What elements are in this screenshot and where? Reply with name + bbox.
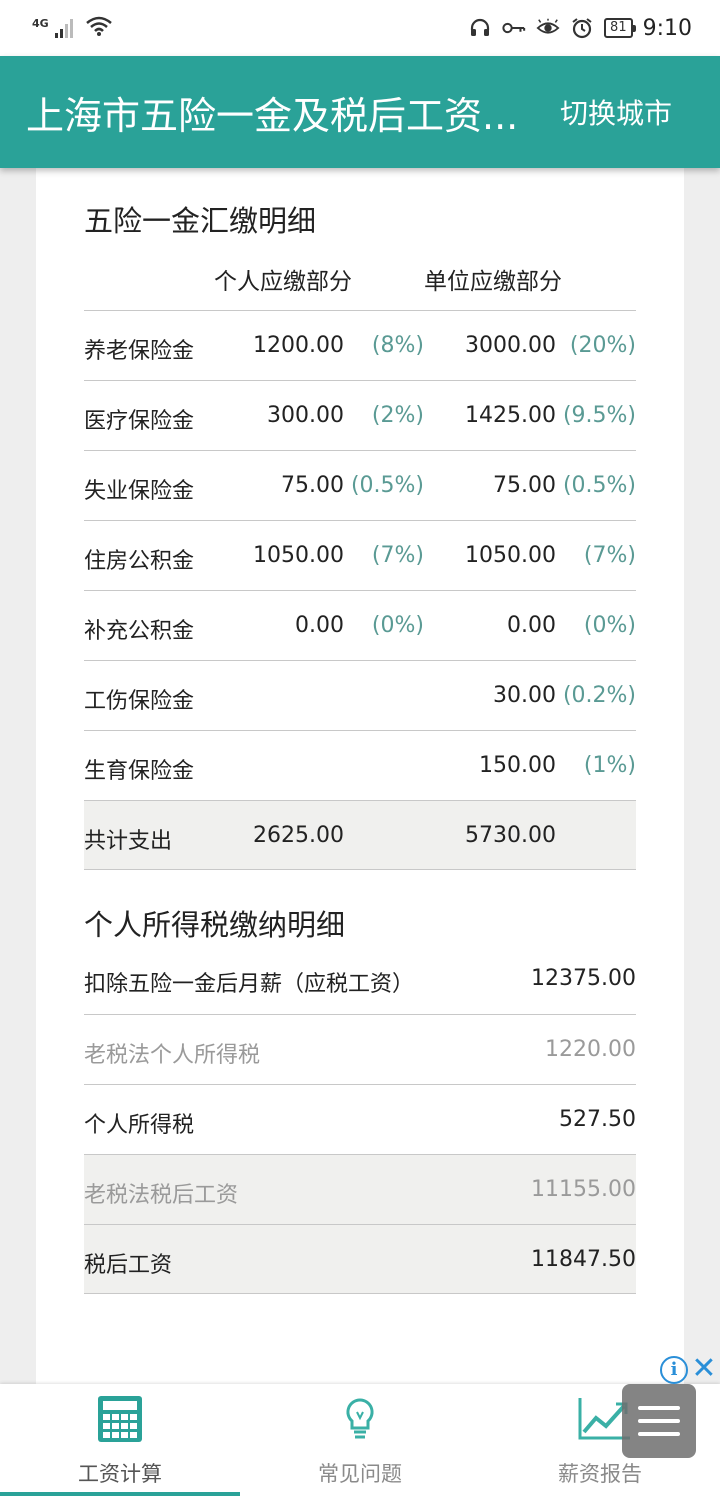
- tax-label: 税后工资: [84, 1253, 173, 1278]
- tax-row: 老税法税后工资 11155.00: [84, 1154, 636, 1224]
- wifi-icon: [85, 15, 113, 41]
- insurance-row: 工伤保险金 30.00 (0.2%): [84, 660, 636, 730]
- item-name: 医疗保险金: [84, 409, 195, 434]
- personal-amount: 0.00: [295, 613, 344, 638]
- insurance-total-row: 共计支出 2625.00 5730.00: [84, 800, 636, 870]
- insurance-row: 住房公积金 1050.00 (7%) 1050.00 (7%): [84, 520, 636, 590]
- nav-label: 薪资报告: [558, 1462, 642, 1486]
- clock: 9:10: [642, 15, 692, 41]
- signal-icon: [54, 18, 73, 38]
- chart-icon: [576, 1394, 630, 1444]
- nav-salary-calc[interactable]: 工资计算: [0, 1384, 240, 1496]
- nav-label: 常见问题: [318, 1462, 402, 1486]
- switch-city-button[interactable]: 切换城市: [560, 92, 672, 132]
- personal-rate: (0%): [371, 613, 424, 638]
- key-icon: [502, 16, 526, 40]
- company-amount: 75.00: [493, 473, 556, 498]
- nav-label: 工资计算: [78, 1462, 162, 1486]
- company-amount: 150.00: [479, 753, 556, 778]
- tax-value: 11155.00: [531, 1177, 636, 1202]
- company-rate: (7%): [583, 543, 636, 568]
- tax-label: 老税法税后工资: [84, 1183, 239, 1208]
- tax-section-title: 个人所得税缴纳明细: [84, 908, 346, 942]
- company-rate: (1%): [583, 753, 636, 778]
- company-rate: (9.5%): [562, 403, 636, 428]
- status-left: 4G: [32, 15, 113, 41]
- item-name: 生育保险金: [84, 759, 195, 784]
- tax-label: 扣除五险一金后月薪（应税工资）: [84, 972, 415, 997]
- insurance-row: 医疗保险金 300.00 (2%) 1425.00 (9.5%): [84, 380, 636, 450]
- insurance-row: 生育保险金 150.00 (1%): [84, 730, 636, 800]
- personal-rate: (2%): [371, 403, 424, 428]
- item-name: 补充公积金: [84, 619, 195, 644]
- insurance-section-title: 五险一金汇缴明细: [84, 204, 317, 238]
- personal-amount: 75.00: [281, 473, 344, 498]
- tax-value: 527.50: [559, 1107, 636, 1132]
- bottom-navigation: 工资计算 常见问题 薪资报告: [0, 1384, 720, 1496]
- eye-icon: [536, 16, 560, 40]
- company-rate: (0.2%): [562, 683, 636, 708]
- personal-amount: 1050.00: [253, 543, 344, 568]
- nav-faq[interactable]: 常见问题: [240, 1384, 480, 1496]
- company-column-header: 单位应缴部分: [424, 269, 562, 295]
- tax-row: 税后工资 11847.50: [84, 1224, 636, 1294]
- company-amount: 0.00: [507, 613, 556, 638]
- tax-value: 1220.00: [545, 1037, 636, 1062]
- item-name: 工伤保险金: [84, 689, 195, 714]
- insurance-row: 补充公积金 0.00 (0%) 0.00 (0%): [84, 590, 636, 660]
- app-bar: 上海市五险一金及税后工资... 切换城市: [0, 56, 720, 168]
- headset-icon: [468, 16, 492, 40]
- company-rate: (0%): [583, 613, 636, 638]
- battery-indicator: 81: [604, 18, 636, 38]
- total-label: 共计支出: [84, 829, 173, 854]
- item-name: 失业保险金: [84, 479, 195, 504]
- active-tab-indicator: [0, 1492, 240, 1496]
- tax-label: 个人所得税: [84, 1113, 195, 1138]
- result-card: 五险一金汇缴明细 个人应缴部分 单位应缴部分 养老保险金 1200.00 (8%) 3…: [36, 168, 684, 1384]
- tax-row: 老税法个人所得税 1220.00: [84, 1014, 636, 1084]
- ad-info-icon[interactable]: i: [660, 1356, 688, 1384]
- personal-rate: (7%): [371, 543, 424, 568]
- floating-menu-button[interactable]: [622, 1384, 696, 1458]
- network-type: 4G: [32, 16, 49, 30]
- personal-column-header: 个人应缴部分: [214, 269, 352, 295]
- tax-row: 扣除五险一金后月薪（应税工资） 12375.00: [84, 944, 636, 1014]
- personal-amount: 300.00: [267, 403, 344, 428]
- tax-row: 个人所得税 527.50: [84, 1084, 636, 1154]
- tax-value: 11847.50: [531, 1247, 636, 1272]
- status-right: 81 9:10: [468, 16, 692, 41]
- status-bar: 4G 81 9:10: [0, 0, 720, 56]
- company-amount: 3000.00: [465, 333, 556, 358]
- insurance-row: 养老保险金 1200.00 (8%) 3000.00 (20%): [84, 310, 636, 380]
- calculator-icon: [96, 1394, 144, 1444]
- company-amount: 30.00: [493, 683, 556, 708]
- personal-amount: 1200.00: [253, 333, 344, 358]
- company-amount: 1425.00: [465, 403, 556, 428]
- item-name: 住房公积金: [84, 549, 195, 574]
- personal-rate: (8%): [371, 333, 424, 358]
- alarm-icon: [570, 16, 594, 40]
- personal-total: 2625.00: [253, 823, 344, 848]
- ad-close-icon[interactable]: ✕: [690, 1354, 718, 1384]
- company-amount: 1050.00: [465, 543, 556, 568]
- page-title: 上海市五险一金及税后工资...: [26, 93, 519, 138]
- tax-value: 12375.00: [531, 966, 636, 991]
- personal-rate: (0.5%): [350, 473, 424, 498]
- company-rate: (0.5%): [562, 473, 636, 498]
- company-rate: (20%): [569, 333, 636, 358]
- item-name: 养老保险金: [84, 339, 195, 364]
- tax-label: 老税法个人所得税: [84, 1043, 261, 1068]
- company-total: 5730.00: [465, 823, 556, 848]
- insurance-row: 失业保险金 75.00 (0.5%) 75.00 (0.5%): [84, 450, 636, 520]
- lightbulb-icon: [336, 1394, 384, 1444]
